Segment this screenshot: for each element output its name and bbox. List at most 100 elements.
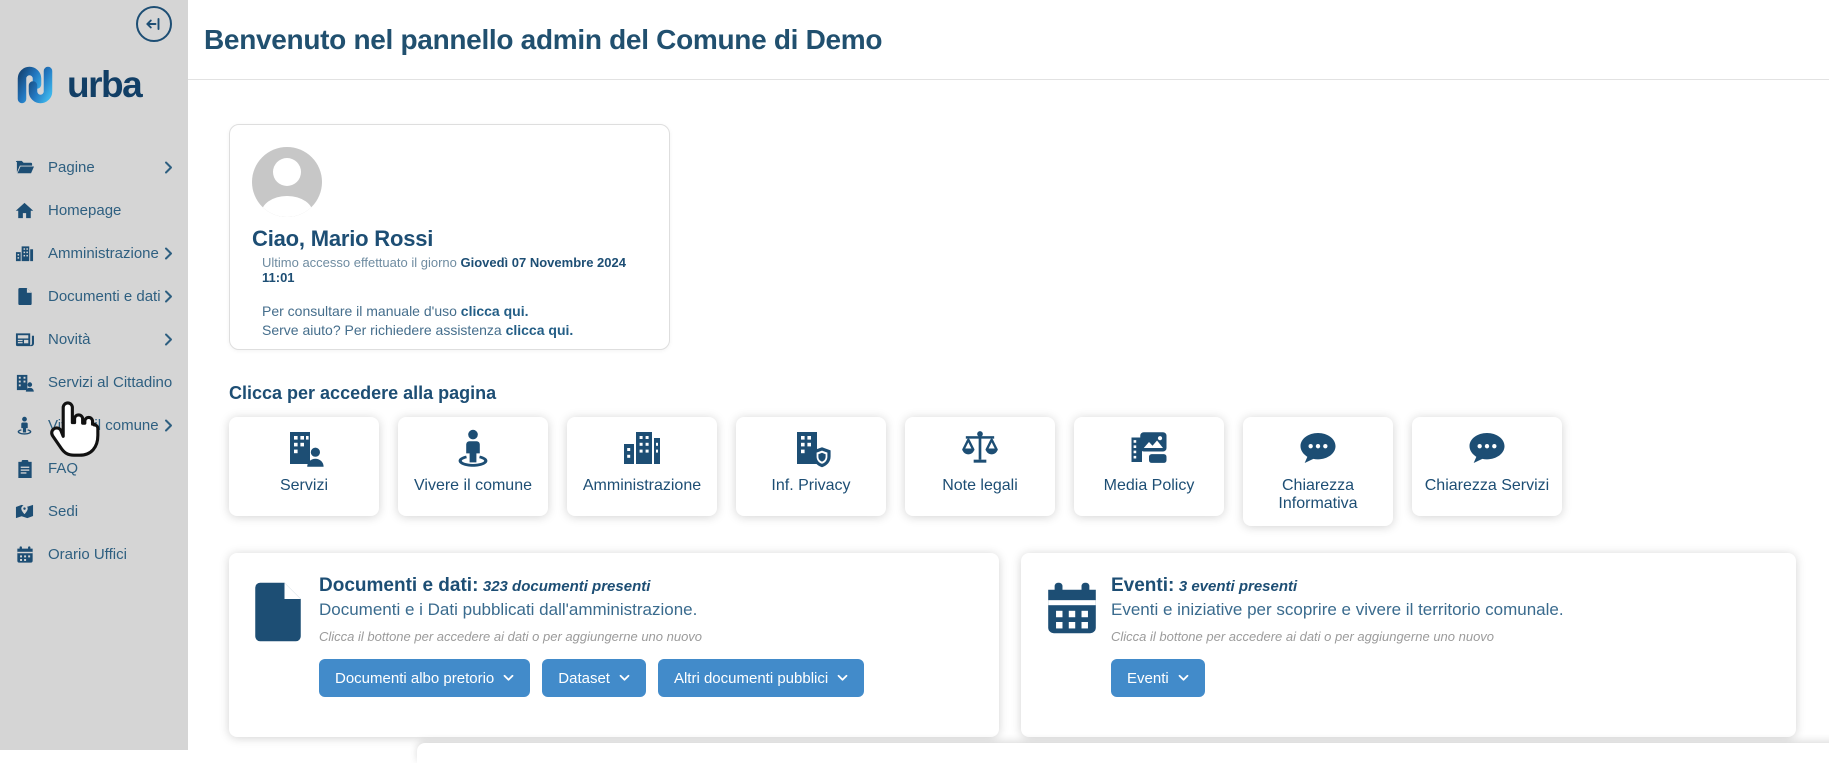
sidebar-item-label: Pagine — [48, 159, 95, 176]
file-icon — [252, 575, 319, 737]
quick-access-tiles: Servizi Vivere il comune — [229, 417, 1829, 526]
sidebar-item-servizi-al-cittadino[interactable]: Servizi al Cittadino — [0, 361, 188, 404]
assistance-text: Serve aiuto? Per richiedere assistenza — [262, 322, 506, 338]
city-icon — [14, 244, 35, 263]
sidebar-nav: Pagine Homepage — [0, 146, 188, 576]
documenti-albo-pretorio-button[interactable]: Documenti albo pretorio — [319, 659, 530, 697]
dataset-button[interactable]: Dataset — [542, 659, 646, 697]
sidebar-collapse-button[interactable] — [136, 6, 172, 42]
app-logo[interactable]: urba — [12, 62, 188, 108]
eventi-card: Eventi: 3 eventi presenti Eventi e inizi… — [1021, 553, 1796, 737]
sidebar-item-novita[interactable]: Novità — [0, 318, 188, 361]
building-user-icon — [237, 428, 371, 468]
sidebar-item-label: Novità — [48, 331, 91, 348]
tile-label: Servizi — [237, 477, 371, 495]
avatar-body — [261, 196, 313, 217]
tile-servizi[interactable]: Servizi — [229, 417, 379, 516]
chevron-right-icon — [164, 161, 173, 174]
tile-chiarezza-servizi[interactable]: Chiarezza Servizi — [1412, 417, 1562, 516]
tile-label: Chiarezza Servizi — [1420, 477, 1554, 495]
scale-icon — [913, 428, 1047, 468]
sidebar-item-faq[interactable]: FAQ — [0, 447, 188, 490]
sidebar-item-label: Sedi — [48, 503, 78, 520]
button-label: Altri documenti pubblici — [674, 670, 828, 687]
documenti-card: Documenti e dati: 323 documenti presenti… — [229, 553, 999, 737]
sidebar-item-homepage[interactable]: Homepage — [0, 189, 188, 232]
file-icon — [14, 287, 35, 306]
content: Ciao, Mario Rossi Ultimo accesso effettu… — [188, 124, 1829, 737]
sidebar-item-label: Servizi al Cittadino — [48, 374, 172, 391]
avatar-head — [273, 158, 301, 186]
avatar — [252, 147, 322, 217]
calendar-icon — [14, 545, 35, 564]
street-view-icon — [14, 416, 35, 435]
button-label: Eventi — [1127, 670, 1169, 687]
sidebar-item-orario-uffici[interactable]: Orario Uffici — [0, 533, 188, 576]
sidebar-item-sedi[interactable]: Sedi — [0, 490, 188, 533]
eventi-hint: Clicca il bottone per accedere ai dati o… — [1111, 629, 1776, 644]
button-label: Documenti albo pretorio — [335, 670, 494, 687]
chevron-down-icon — [619, 674, 630, 682]
eventi-button[interactable]: Eventi — [1111, 659, 1205, 697]
sidebar-item-label: Amministrazione — [48, 245, 159, 262]
chevron-right-icon — [164, 247, 173, 260]
logo-text: urba — [67, 64, 141, 106]
tile-inf-privacy[interactable]: Inf. Privacy — [736, 417, 886, 516]
home-icon — [14, 201, 35, 220]
manual-link[interactable]: clicca qui. — [461, 303, 529, 319]
documenti-buttons: Documenti albo pretorio Dataset — [319, 659, 979, 697]
documenti-description: Documenti e i Dati pubblicati dall'ammin… — [319, 600, 979, 620]
urba-logo-icon — [12, 62, 58, 108]
building-user-icon — [14, 373, 35, 392]
documenti-hint: Clicca il bottone per accedere ai dati o… — [319, 629, 979, 644]
last-access-prefix: Ultimo accesso effettuato il giorno — [262, 255, 460, 270]
sidebar-item-documenti-e-dati[interactable]: Documenti e dati — [0, 275, 188, 318]
sidebar-item-label: FAQ — [48, 460, 78, 477]
eventi-description: Eventi e iniziative per scoprire e viver… — [1111, 600, 1776, 620]
documenti-card-body: Documenti e dati: 323 documenti presenti… — [319, 575, 979, 737]
eventi-heading: Eventi: 3 eventi presenti — [1111, 575, 1776, 597]
tile-chiarezza-informativa[interactable]: Chiarezza Informativa — [1243, 417, 1393, 526]
chevron-right-icon — [164, 290, 173, 303]
street-view-icon — [406, 428, 540, 468]
chevron-down-icon — [503, 674, 514, 682]
quick-access-label: Clicca per accedere alla pagina — [229, 383, 1829, 404]
chevron-down-icon — [837, 674, 848, 682]
eventi-count: 3 eventi presenti — [1179, 578, 1297, 595]
last-access-line: Ultimo accesso effettuato il giorno Giov… — [262, 255, 647, 285]
page-title: Benvenuto nel pannello admin del Comune … — [204, 24, 882, 56]
summary-cards: Documenti e dati: 323 documenti presenti… — [229, 553, 1829, 737]
sidebar-item-amministrazione[interactable]: Amministrazione — [0, 232, 188, 275]
eventi-title: Eventi: — [1111, 575, 1174, 596]
city-icon — [575, 428, 709, 468]
altri-documenti-pubblici-button[interactable]: Altri documenti pubblici — [658, 659, 864, 697]
chevron-right-icon — [164, 333, 173, 346]
tile-label: Chiarezza Informativa — [1251, 477, 1385, 512]
arrow-left-to-bar-icon — [144, 14, 164, 34]
sidebar-item-pagine[interactable]: Pagine — [0, 146, 188, 189]
tile-media-policy[interactable]: Media Policy — [1074, 417, 1224, 516]
manual-text: Per consultare il manuale d'uso — [262, 303, 461, 319]
map-pin-icon — [14, 502, 35, 521]
tile-label: Amministrazione — [575, 477, 709, 495]
manual-line: Per consultare il manuale d'uso clicca q… — [262, 302, 647, 321]
chevron-right-icon — [164, 419, 173, 432]
sidebar-item-vivere-il-comune[interactable]: Vivere il comune — [0, 404, 188, 447]
tile-amministrazione[interactable]: Amministrazione — [567, 417, 717, 516]
calendar-icon — [1044, 575, 1111, 737]
folder-open-icon — [14, 158, 35, 177]
assistance-link[interactable]: clicca qui. — [506, 322, 574, 338]
tile-note-legali[interactable]: Note legali — [905, 417, 1055, 516]
clipboard-icon — [14, 459, 35, 478]
newspaper-icon — [14, 330, 35, 349]
main-area: Benvenuto nel pannello admin del Comune … — [188, 0, 1829, 750]
documenti-heading: Documenti e dati: 323 documenti presenti — [319, 575, 979, 597]
help-block: Per consultare il manuale d'uso clicca q… — [262, 302, 647, 339]
tile-vivere-il-comune[interactable]: Vivere il comune — [398, 417, 548, 516]
tile-label: Vivere il comune — [406, 477, 540, 495]
welcome-card: Ciao, Mario Rossi Ultimo accesso effettu… — [229, 124, 670, 350]
building-shield-icon — [744, 428, 878, 468]
sidebar: urba Pagine Homepage — [0, 0, 188, 750]
tile-label: Media Policy — [1082, 477, 1216, 495]
button-label: Dataset — [558, 670, 610, 687]
